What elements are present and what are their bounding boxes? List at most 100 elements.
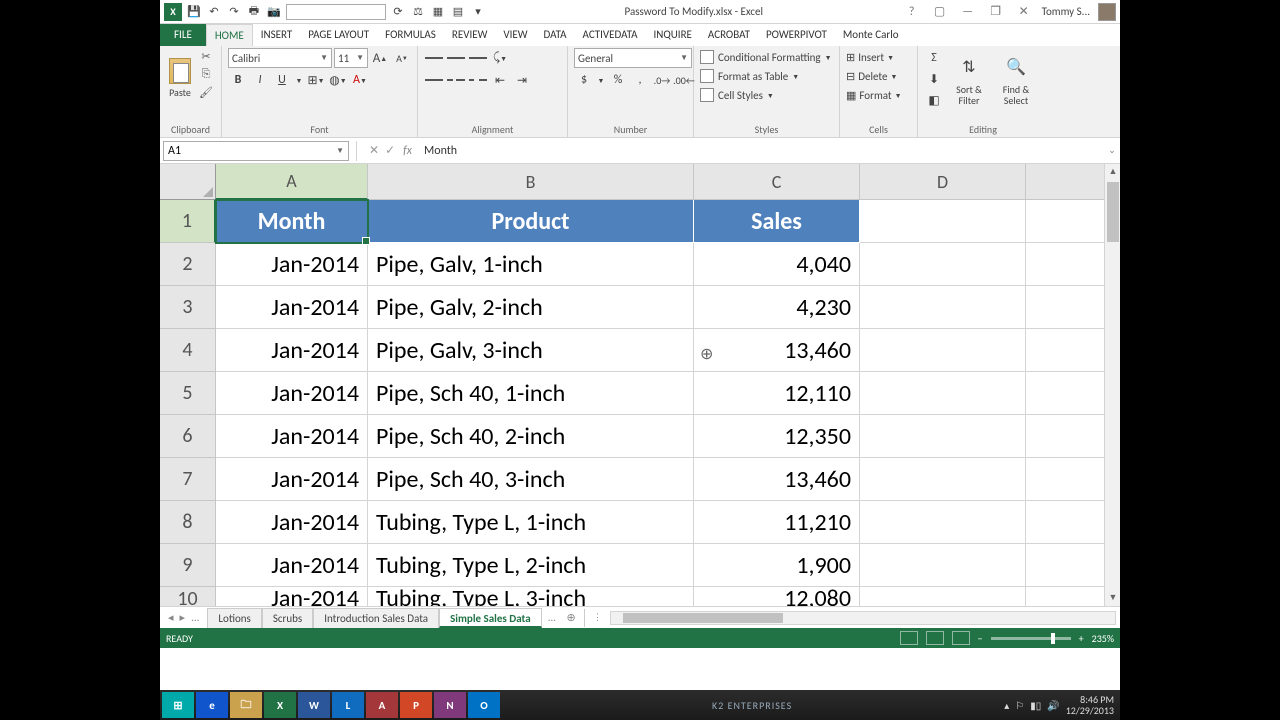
cell[interactable]: Jan-2014 xyxy=(216,544,368,587)
font-name-combo[interactable]: Calibri▼ xyxy=(228,48,332,68)
italic-button[interactable]: I xyxy=(250,70,270,90)
copy-icon[interactable]: ⎘ xyxy=(197,66,215,82)
format-as-table-button[interactable]: Format as Table▼ xyxy=(700,67,799,85)
delete-cells-button[interactable]: ⊟ Delete ▼ xyxy=(846,67,897,85)
tray-network-icon[interactable]: ▮▯ xyxy=(1030,699,1041,712)
fill-color-button[interactable]: ◍▼ xyxy=(328,70,348,90)
sheet-tab-simple[interactable]: Simple Sales Data xyxy=(439,608,542,628)
cell[interactable] xyxy=(860,544,1026,587)
user-name[interactable]: Tommy S... xyxy=(1042,5,1090,18)
cell[interactable]: Pipe, Galv, 2-inch xyxy=(368,286,694,329)
border-button[interactable]: ⊞▼ xyxy=(306,70,326,90)
cell[interactable] xyxy=(860,329,1026,372)
cell[interactable] xyxy=(860,372,1026,415)
sheet-prev-icon[interactable]: ▸ xyxy=(180,611,186,624)
sheet-more-prev[interactable]: ... xyxy=(191,611,199,624)
format-cells-button[interactable]: ▦ Format ▼ xyxy=(846,86,902,104)
taskbar-word-icon[interactable]: W xyxy=(298,692,330,718)
autosum-button[interactable]: Σ xyxy=(924,48,944,68)
tray-volume-icon[interactable]: 🔊 xyxy=(1047,699,1059,712)
cell[interactable]: 12,110 xyxy=(694,372,860,415)
scroll-down-icon[interactable]: ▼ xyxy=(1105,590,1120,606)
align-right-icon[interactable] xyxy=(468,70,488,90)
tray-flag-icon[interactable]: ⚐ xyxy=(1015,699,1024,712)
row-header[interactable]: 2 xyxy=(160,243,216,286)
conditional-formatting-button[interactable]: Conditional Formatting▼ xyxy=(700,48,832,66)
increase-indent-icon[interactable]: ⇥ xyxy=(512,70,532,90)
format-painter-icon[interactable]: 🖌 xyxy=(197,84,215,100)
zoom-level[interactable]: 235% xyxy=(1092,632,1114,645)
sheet-tab-scrubs[interactable]: Scrubs xyxy=(262,608,313,628)
col-header-c[interactable]: C xyxy=(694,164,860,200)
currency-dd-icon[interactable]: ▼ xyxy=(596,70,606,90)
sheet-more-next[interactable]: ... xyxy=(542,611,562,624)
number-format-combo[interactable]: General▼ xyxy=(574,48,692,68)
view-normal-icon[interactable] xyxy=(900,631,918,645)
tab-file[interactable]: FILE xyxy=(160,24,206,46)
new-sheet-icon[interactable]: ⊕ xyxy=(562,611,580,624)
tab-activedata[interactable]: ACTIVEDATA xyxy=(575,24,646,46)
zoom-slider[interactable] xyxy=(991,637,1071,640)
tab-monte-carlo[interactable]: Monte Carlo xyxy=(835,24,907,46)
sheet-split-icon[interactable]: ⋮ xyxy=(589,612,606,623)
taskbar-explorer-icon[interactable]: 🗀 xyxy=(230,692,262,718)
cell[interactable]: 12,350 xyxy=(694,415,860,458)
name-box[interactable]: A1▼ xyxy=(163,141,349,161)
grow-font-icon[interactable]: A▲ xyxy=(370,48,390,68)
scroll-up-icon[interactable]: ▲ xyxy=(1105,164,1120,180)
cell-a1[interactable]: Month xyxy=(216,200,368,243)
tab-acrobat[interactable]: ACROBAT xyxy=(700,24,758,46)
cell[interactable]: 13,460 xyxy=(694,329,860,372)
view-break-icon[interactable] xyxy=(952,631,970,645)
fill-button[interactable]: ⬇ xyxy=(924,69,944,89)
enter-formula-icon[interactable]: ✓ xyxy=(385,143,395,158)
cell[interactable]: Pipe, Galv, 3-inch xyxy=(368,329,694,372)
cell[interactable]: Tubing, Type L, 3-inch xyxy=(368,587,694,606)
row-header[interactable]: 5 xyxy=(160,372,216,415)
col-header-b[interactable]: B xyxy=(368,164,694,200)
close-icon[interactable]: ✕ xyxy=(1014,4,1034,20)
tab-insert[interactable]: INSERT xyxy=(253,24,301,46)
bold-button[interactable]: B xyxy=(228,70,248,90)
taskbar-access-icon[interactable]: A xyxy=(366,692,398,718)
find-select-button[interactable]: 🔍Find & Select xyxy=(994,48,1038,106)
cell[interactable]: Jan-2014 xyxy=(216,329,368,372)
qat-undo-icon[interactable]: ↶ xyxy=(206,4,222,20)
align-middle-icon[interactable] xyxy=(446,48,466,68)
tab-data[interactable]: DATA xyxy=(536,24,575,46)
cell[interactable]: Pipe, Galv, 1-inch xyxy=(368,243,694,286)
user-avatar-icon[interactable] xyxy=(1098,3,1116,21)
zoom-out-icon[interactable]: − xyxy=(978,632,983,645)
cell[interactable]: 12,080 xyxy=(694,587,860,606)
cell[interactable]: Jan-2014 xyxy=(216,587,368,606)
cell[interactable]: 4,040 xyxy=(694,243,860,286)
cell[interactable]: Jan-2014 xyxy=(216,286,368,329)
cell[interactable]: Jan-2014 xyxy=(216,243,368,286)
taskbar-onenote-icon[interactable]: N xyxy=(434,692,466,718)
cell[interactable]: Pipe, Sch 40, 2-inch xyxy=(368,415,694,458)
formula-input[interactable]: Month xyxy=(418,144,1104,158)
row-header[interactable]: 7 xyxy=(160,458,216,501)
tab-inquire[interactable]: INQUIRE xyxy=(645,24,699,46)
qat-sheet-icon[interactable]: ▤ xyxy=(450,4,466,20)
scroll-thumb[interactable] xyxy=(1107,182,1119,242)
vertical-scrollbar[interactable]: ▲ ▼ xyxy=(1104,164,1120,606)
qat-redo-icon[interactable]: ↷ xyxy=(226,4,242,20)
cell[interactable]: 11,210 xyxy=(694,501,860,544)
row-header[interactable]: 9 xyxy=(160,544,216,587)
cut-icon[interactable]: ✂ xyxy=(197,48,215,64)
percent-button[interactable]: % xyxy=(608,70,628,90)
qat-search-input[interactable] xyxy=(286,4,386,20)
fx-icon[interactable]: fx xyxy=(403,144,418,158)
tab-home[interactable]: HOME xyxy=(206,24,253,46)
view-layout-icon[interactable] xyxy=(926,631,944,645)
row-header[interactable]: 8 xyxy=(160,501,216,544)
qat-refresh-icon[interactable]: ⟳ xyxy=(390,4,406,20)
worksheet-grid[interactable]: A B C D E 1 Month Product Sales 2 Jan-20… xyxy=(160,164,1120,606)
help-icon[interactable]: ? xyxy=(902,4,922,20)
paste-button[interactable]: Paste xyxy=(166,48,194,108)
underline-button[interactable]: U xyxy=(272,70,292,90)
col-header-d[interactable]: D xyxy=(860,164,1026,200)
taskbar-ie-icon[interactable]: e xyxy=(196,692,228,718)
align-bottom-icon[interactable] xyxy=(468,48,488,68)
